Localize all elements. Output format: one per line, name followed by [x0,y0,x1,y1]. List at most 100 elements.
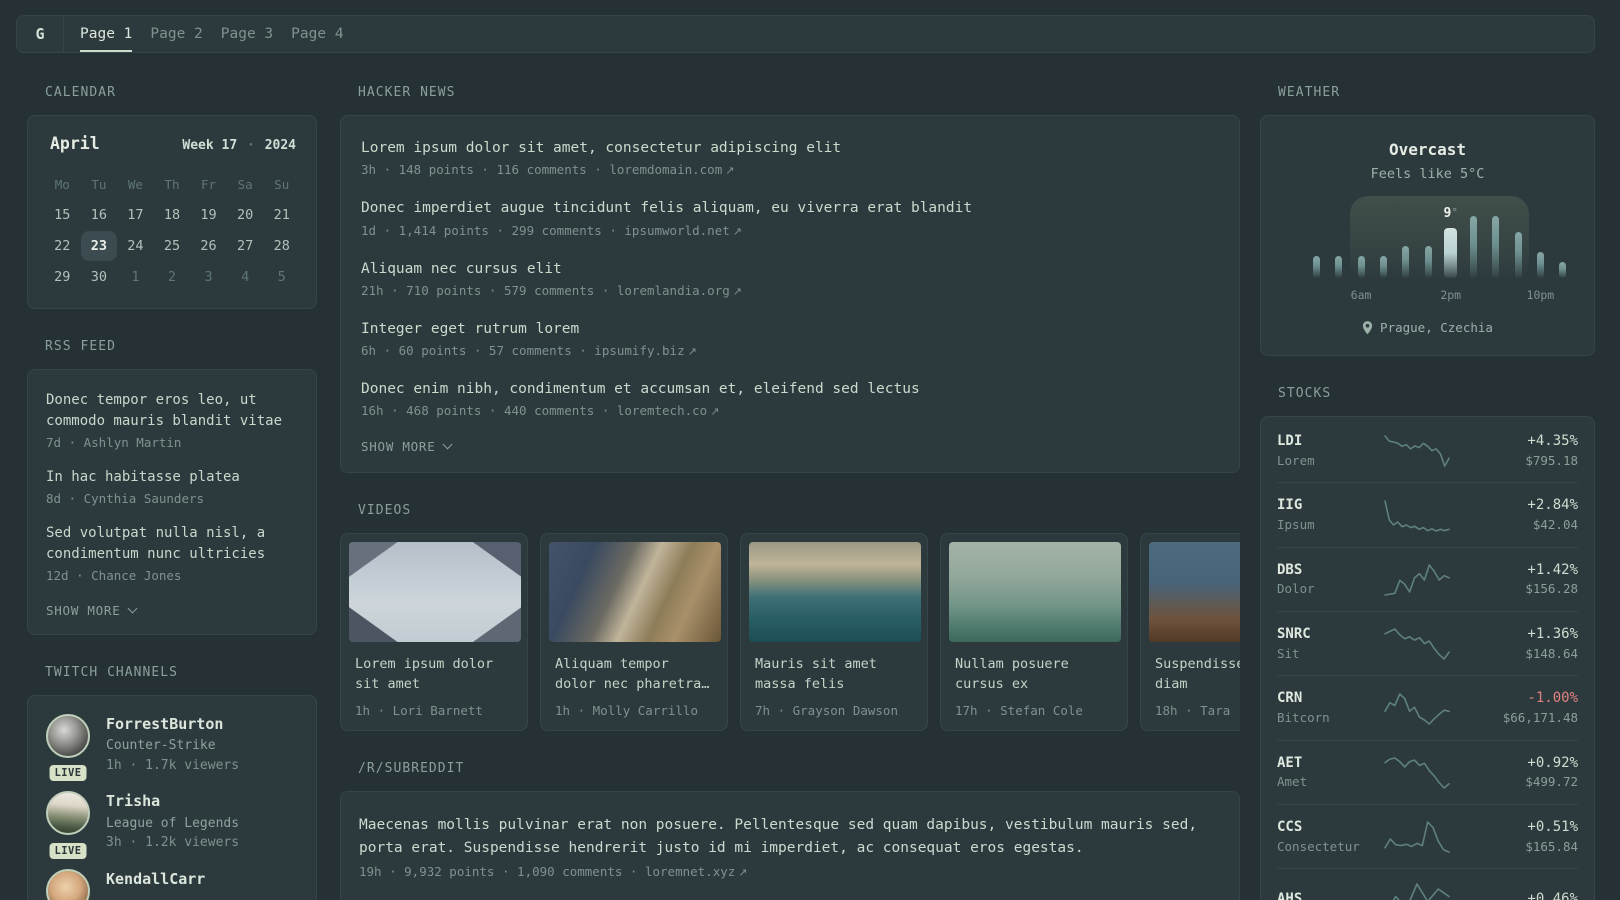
calendar-day[interactable]: 16 [81,200,118,230]
twitch-channel[interactable]: KendallCarr [46,868,298,900]
stock-row[interactable]: IIG Ipsum +2.84% $42.04 [1277,482,1578,546]
hn-item-meta: 21h · 710 points · 579 comments · loreml… [361,283,1219,298]
show-more-label: SHOW MORE [361,439,436,455]
calendar-day[interactable]: 2 [154,262,191,292]
weekday-label: We [127,176,143,192]
calendar-day[interactable]: 29 [44,262,81,292]
video-card[interactable]: Lorem ipsum dolor sit amet consectetu… 1… [340,533,528,732]
rss-show-more-button[interactable]: SHOW MORE [46,603,298,618]
calendar-day[interactable]: 19 [190,200,227,230]
app-logo[interactable]: G [17,16,64,52]
stock-name: Lorem [1277,452,1315,468]
stock-change: +0.92% [1527,754,1578,771]
video-thumbnail[interactable] [549,542,721,643]
middle-column: HACKER NEWS Lorem ipsum dolor sit amet, … [340,85,1240,900]
subreddit-section: /R/SUBREDDIT Maecenas mollis pulvinar er… [340,761,1240,900]
live-badge: LIVE [49,765,87,782]
channel-avatar-image [46,791,90,836]
video-thumbnail[interactable] [949,542,1121,643]
stock-values: +2.84% $42.04 [1527,496,1578,534]
hn-item-title[interactable]: Donec imperdiet augue tincidunt felis al… [361,198,1219,218]
twitch-channel[interactable]: LIVE ForrestBurton Counter-Strike 1h · 1… [46,714,298,782]
stock-values: +4.35% $795.18 [1525,432,1578,470]
stock-row[interactable]: CCS Consectetur +0.51% $165.84 [1277,804,1578,868]
hn-item-title[interactable]: Donec enim nibh, condimentum et accumsan… [361,379,1219,399]
weather-bar-slot [1484,212,1506,278]
hn-show-more-button[interactable]: SHOW MORE [361,439,1219,454]
calendar-week-label: Week 17 [182,138,238,153]
calendar-day[interactable]: 3 [190,262,227,292]
rss-item-title[interactable]: Sed volutpat nulla nisl, a condimentum n… [46,523,298,565]
video-thumbnail[interactable] [1149,542,1240,643]
weekday-label: Mo [54,176,70,192]
rss-item-title[interactable]: Donec tempor eros leo, ut commodo mauris… [46,390,298,432]
external-link-icon[interactable]: ↗ [735,866,747,879]
calendar-day[interactable]: 22 [44,231,81,261]
stock-id: CCS Consectetur [1277,818,1383,856]
external-link-icon[interactable]: ↗ [707,405,719,418]
tab-page-1[interactable]: Page 1 [80,16,133,52]
calendar-day[interactable]: 1 [117,262,154,292]
external-link-icon[interactable]: ↗ [722,164,734,177]
calendar-day[interactable]: 20 [227,200,264,230]
video-card[interactable]: Mauris sit amet massa felis 7h · Grayson… [740,533,928,732]
reddit-post-text[interactable]: Maecenas mollis pulvinar erat non posuer… [359,814,1221,859]
stock-row[interactable]: AHS +0.46% [1277,868,1578,900]
channel-name: KendallCarr [106,869,206,888]
external-link-icon[interactable]: ↗ [730,285,742,298]
external-link-icon[interactable]: ↗ [730,225,742,238]
stock-row[interactable]: CRN Bitcorn -1.00% $66,171.48 [1277,675,1578,739]
stock-row[interactable]: AET Amet +0.92% $499.72 [1277,739,1578,804]
video-card[interactable]: Aliquam tempor dolor nec pharetra… 1h · … [540,533,728,732]
hn-item-title[interactable]: Integer eget rutrum lorem [361,319,1219,339]
weather-bar-slot [1327,212,1349,278]
stock-row[interactable]: DBS Dolor +1.42% $156.28 [1277,546,1578,611]
hacker-news-section-label: HACKER NEWS [358,85,456,100]
external-link-icon[interactable]: ↗ [685,345,697,358]
video-thumbnail[interactable] [749,542,921,643]
weather-bar-slot [1372,212,1394,278]
calendar-day[interactable]: 25 [154,231,191,261]
calendar-day[interactable]: 15 [44,200,81,230]
stock-values: +1.42% $156.28 [1525,561,1578,599]
stock-sparkline [1383,563,1451,597]
video-title: Nullam posuere cursus ex [955,656,1069,693]
stock-row[interactable]: SNRC Sit +1.36% $148.64 [1277,611,1578,675]
tab-page-4[interactable]: Page 4 [291,16,343,52]
video-thumbnail[interactable] [349,542,521,643]
video-card[interactable]: Nullam posuere cursus ex 17h · Stefan Co… [940,533,1128,732]
stock-sparkline [1383,756,1451,790]
stock-price: $66,171.48 [1502,709,1578,725]
video-card[interactable]: Suspendisse potenti diam 18h · Tara [1140,533,1240,732]
calendar-day[interactable]: 21 [263,200,300,230]
twitch-section: TWITCH CHANNELS LIVE ForrestBurton Count… [27,665,317,900]
hn-item-title[interactable]: Lorem ipsum dolor sit amet, consectetur … [361,138,1219,158]
tab-page-2[interactable]: Page 2 [150,16,202,52]
stock-price: $156.28 [1525,581,1578,597]
tab-page-3[interactable]: Page 3 [221,16,273,52]
hn-item-meta: 16h · 468 points · 440 comments · loremt… [361,403,1219,418]
location-pin-icon [1362,320,1373,335]
stock-row[interactable]: LDI Lorem +4.35% $795.18 [1277,419,1578,482]
stocks-section-label: STOCKS [1278,386,1332,401]
calendar-day-selected[interactable]: 23 [80,231,118,261]
calendar-day[interactable]: 27 [227,231,264,261]
hn-item-meta-text: 3h · 148 points · 116 comments · loremdo… [361,162,723,178]
calendar-day[interactable]: 24 [117,231,154,261]
subreddit-card: Maecenas mollis pulvinar erat non posuer… [340,791,1240,900]
calendar-day[interactable]: 28 [263,231,300,261]
twitch-channel[interactable]: LIVE Trisha League of Legends 3h · 1.2k … [46,791,298,859]
hn-item: Lorem ipsum dolor sit amet, consectetur … [361,138,1219,177]
calendar-day[interactable]: 30 [81,262,118,292]
calendar-day[interactable]: 26 [190,231,227,261]
calendar-day[interactable]: 4 [227,262,264,292]
hn-item-title[interactable]: Aliquam nec cursus elit [361,259,1219,279]
calendar-day[interactable]: 17 [117,200,154,230]
rss-item-meta: 12d · Chance Jones [46,568,182,583]
calendar-day[interactable]: 5 [263,262,300,292]
rss-item-title[interactable]: In hac habitasse platea [46,467,298,488]
top-nav: G Page 1 Page 2 Page 3 Page 4 [16,15,1595,53]
calendar-day[interactable]: 18 [154,200,191,230]
video-meta: 7h · Grayson Dawson [755,703,898,719]
twitch-card: LIVE ForrestBurton Counter-Strike 1h · 1… [27,695,317,900]
